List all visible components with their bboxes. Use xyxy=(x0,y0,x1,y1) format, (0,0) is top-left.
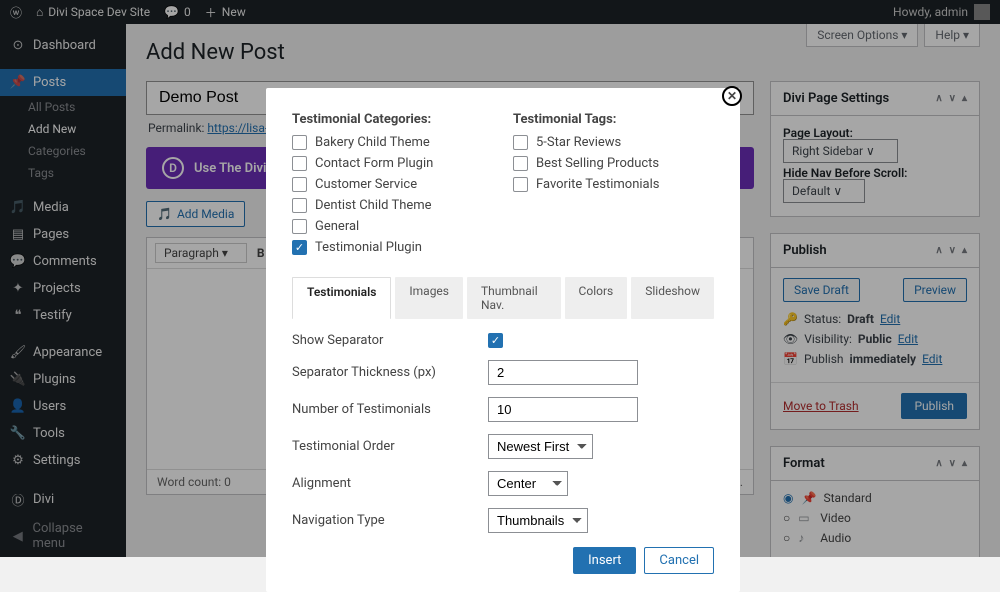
category-checkbox[interactable] xyxy=(292,135,307,150)
tag-label: 5-Star Reviews xyxy=(536,135,621,150)
close-icon: ✕ xyxy=(727,89,737,103)
category-checkbox[interactable] xyxy=(292,219,307,234)
tab-thumbnail-nav-[interactable]: Thumbnail Nav. xyxy=(467,277,561,319)
number-testimonials-input[interactable] xyxy=(488,397,638,422)
tag-row[interactable]: Best Selling Products xyxy=(513,156,714,171)
tab-testimonials[interactable]: Testimonials xyxy=(292,277,391,319)
category-label: Dentist Child Theme xyxy=(315,198,432,213)
close-button[interactable]: ✕ xyxy=(722,86,742,106)
category-checkbox[interactable]: ✓ xyxy=(292,240,307,255)
tag-checkbox[interactable] xyxy=(513,156,528,171)
category-checkbox[interactable] xyxy=(292,198,307,213)
tab-slideshow[interactable]: Slideshow xyxy=(631,277,714,319)
tag-row[interactable]: 5-Star Reviews xyxy=(513,135,714,150)
category-checkbox[interactable] xyxy=(292,156,307,171)
category-row[interactable]: Dentist Child Theme xyxy=(292,198,493,213)
show-separator-checkbox[interactable]: ✓ xyxy=(488,333,503,348)
alignment-select[interactable]: Center xyxy=(488,471,568,496)
category-label: Customer Service xyxy=(315,177,417,192)
category-row[interactable]: ✓ Testimonial Plugin xyxy=(292,240,493,255)
alignment-label: Alignment xyxy=(292,476,488,491)
tags-heading: Testimonial Tags: xyxy=(513,112,714,127)
separator-thickness-label: Separator Thickness (px) xyxy=(292,365,488,380)
tab-colors[interactable]: Colors xyxy=(565,277,628,319)
category-row[interactable]: General xyxy=(292,219,493,234)
category-label: Contact Form Plugin xyxy=(315,156,433,171)
tabs: TestimonialsImagesThumbnail Nav.ColorsSl… xyxy=(292,277,714,319)
number-testimonials-label: Number of Testimonials xyxy=(292,402,488,417)
category-row[interactable]: Customer Service xyxy=(292,177,493,192)
testimonial-order-label: Testimonial Order xyxy=(292,439,488,454)
category-checkbox[interactable] xyxy=(292,177,307,192)
tab-images[interactable]: Images xyxy=(395,277,463,319)
testimonial-modal: ✕ Testimonial Categories: Bakery Child T… xyxy=(266,88,740,592)
tag-checkbox[interactable] xyxy=(513,135,528,150)
cancel-button[interactable]: Cancel xyxy=(644,547,714,574)
separator-thickness-input[interactable] xyxy=(488,360,638,385)
testimonial-order-select[interactable]: Newest First xyxy=(488,434,593,459)
tag-label: Favorite Testimonials xyxy=(536,177,660,192)
category-row[interactable]: Contact Form Plugin xyxy=(292,156,493,171)
tag-checkbox[interactable] xyxy=(513,177,528,192)
categories-heading: Testimonial Categories: xyxy=(292,112,493,127)
category-label: Bakery Child Theme xyxy=(315,135,430,150)
navigation-type-label: Navigation Type xyxy=(292,513,488,528)
category-label: Testimonial Plugin xyxy=(315,240,422,255)
show-separator-label: Show Separator xyxy=(292,333,488,348)
navigation-type-select[interactable]: Thumbnails xyxy=(488,508,588,533)
category-label: General xyxy=(315,219,359,234)
tag-row[interactable]: Favorite Testimonials xyxy=(513,177,714,192)
category-row[interactable]: Bakery Child Theme xyxy=(292,135,493,150)
tag-label: Best Selling Products xyxy=(536,156,659,171)
insert-button[interactable]: Insert xyxy=(573,547,636,574)
